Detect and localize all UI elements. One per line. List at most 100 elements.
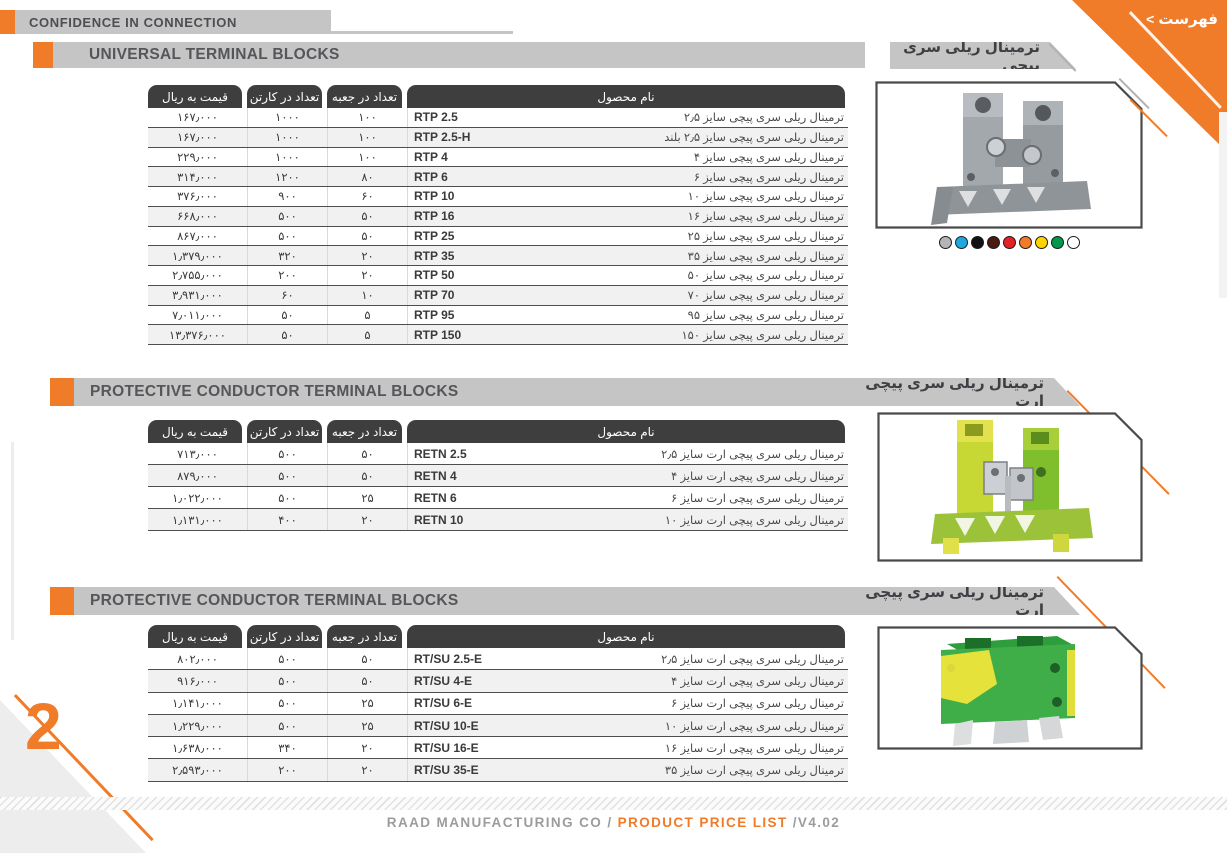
product-name-fa: ترمینال ریلی سری پیچی ارت سایز ۳۵ (665, 763, 844, 777)
section-title-en: PROTECTIVE CONDUCTOR TERMINAL BLOCKS (90, 592, 458, 610)
section-title-bar-fa: ترمینال ریلی سری پیچی ارت (862, 378, 1080, 406)
product-image-gray-terminal (875, 81, 1143, 234)
box-qty-cell: ۶۰ (328, 187, 408, 206)
price-cell: ۸۰۲٫۰۰۰ (148, 648, 248, 669)
table-row: ۳۷۶٫۰۰۰ ۹۰۰ ۶۰ RTP 10 ترمینال ریلی سری پ… (148, 187, 848, 207)
table-row: ۱۶۷٫۰۰۰ ۱۰۰۰ ۱۰۰ RTP 2.5-H ترمینال ریلی … (148, 128, 848, 148)
product-name-cell: RETN 2.5 ترمینال ریلی سری پیچی ارت سایز … (408, 443, 848, 464)
color-swatch (939, 236, 952, 249)
brand-accent-square (0, 10, 15, 34)
carton-qty-cell: ۵۰۰ (248, 465, 328, 486)
price-cell: ۱۶۷٫۰۰۰ (148, 108, 248, 127)
carton-qty-cell: ۲۰۰ (248, 759, 328, 780)
table-row: ۱۶۷٫۰۰۰ ۱۰۰۰ ۱۰۰ RTP 2.5 ترمینال ریلی سر… (148, 108, 848, 128)
color-swatch (1051, 236, 1064, 249)
product-name-fa: ترمینال ریلی سری پیچی ارت سایز ۱۶ (665, 741, 844, 755)
price-cell: ۱٫۶۳۸٫۰۰۰ (148, 737, 248, 758)
product-name-cell: RT/SU 16-E ترمینال ریلی سری پیچی ارت سای… (408, 737, 848, 758)
product-code: RTP 2.5-H (414, 130, 470, 144)
color-swatch (1019, 236, 1032, 249)
product-code: RTP 6 (414, 170, 448, 184)
color-swatch (1067, 236, 1080, 249)
carton-qty-cell: ۴۰۰ (248, 509, 328, 530)
carton-qty-cell: ۱۰۰۰ (248, 128, 328, 147)
price-cell: ۷۱۳٫۰۰۰ (148, 443, 248, 464)
price-cell: ۱۳٫۳۷۶٫۰۰۰ (148, 325, 248, 344)
table-row: ۱٫۱۴۱٫۰۰۰ ۵۰۰ ۲۵ RT/SU 6-E ترمینال ریلی … (148, 693, 848, 715)
column-header: تعداد در کارتن (247, 420, 322, 443)
product-name-cell: RTP 150 ترمینال ریلی سری پیچی سایز ۱۵۰ (408, 325, 848, 344)
box-qty-cell: ۵۰ (328, 443, 408, 464)
footer-doc-title: PRODUCT PRICE LIST (618, 815, 788, 830)
price-cell: ۱۶۷٫۰۰۰ (148, 128, 248, 147)
column-header: تعداد در جعبه (327, 85, 402, 108)
index-link-label: فهرست (1158, 10, 1218, 28)
table-row: ۹۱۶٫۰۰۰ ۵۰۰ ۵۰ RT/SU 4-E ترمینال ریلی سر… (148, 670, 848, 692)
section-title-bar: UNIVERSAL TERMINAL BLOCKS (53, 42, 865, 68)
product-name-cell: RTP 16 ترمینال ریلی سری پیچی سایز ۱۶ (408, 207, 848, 226)
product-name-cell: RTP 35 ترمینال ریلی سری پیچی سایز ۳۵ (408, 246, 848, 265)
index-link[interactable]: < فهرست (1118, 10, 1218, 28)
carton-qty-cell: ۳۲۰ (248, 246, 328, 265)
carton-qty-cell: ۵۰۰ (248, 207, 328, 226)
box-qty-cell: ۲۰ (328, 737, 408, 758)
product-code: RT/SU 16-E (414, 741, 479, 755)
product-name-fa: ترمینال ریلی سری پیچی سایز ۱۰ (688, 189, 844, 203)
table-row: ۷۱۳٫۰۰۰ ۵۰۰ ۵۰ RETN 2.5 ترمینال ریلی سری… (148, 443, 848, 465)
footer-hatch-band (0, 797, 1227, 810)
product-name-fa: ترمینال ریلی سری پیچی سایز ۵۰ (688, 268, 844, 282)
column-header: قیمت به ریال (148, 625, 242, 648)
product-code: RT/SU 35-E (414, 763, 479, 777)
product-name-fa: ترمینال ریلی سری پیچی ارت سایز ۶ (671, 696, 844, 710)
product-name-cell: RTP 95 ترمینال ریلی سری پیچی سایز ۹۵ (408, 306, 848, 325)
carton-qty-cell: ۵۰۰ (248, 443, 328, 464)
price-cell: ۲۲۹٫۰۰۰ (148, 148, 248, 167)
box-qty-cell: ۵۰ (328, 227, 408, 246)
section-accent-square (50, 378, 74, 406)
color-swatch (971, 236, 984, 249)
product-name-fa: ترمینال ریلی سری پیچی ارت سایز ۱۰ (665, 513, 844, 527)
column-header: قیمت به ریال (148, 420, 242, 443)
column-header: تعداد در جعبه (327, 420, 402, 443)
product-code: RTP 50 (414, 268, 454, 282)
table-row: ۲٫۵۹۳٫۰۰۰ ۲۰۰ ۲۰ RT/SU 35-E ترمینال ریلی… (148, 759, 848, 781)
product-name-cell: RTP 2.5 ترمینال ریلی سری پیچی سایز ۲٫۵ (408, 108, 848, 127)
section-accent-square (50, 587, 74, 615)
price-cell: ۱٫۱۴۱٫۰۰۰ (148, 693, 248, 714)
product-name-fa: ترمینال ریلی سری پیچی ارت سایز ۴ (671, 674, 844, 688)
price-cell: ۳۷۶٫۰۰۰ (148, 187, 248, 206)
box-qty-cell: ۸۰ (328, 167, 408, 186)
product-code: RT/SU 10-E (414, 719, 479, 733)
product-code: RT/SU 4-E (414, 674, 472, 688)
product-name-cell: RTP 70 ترمینال ریلی سری پیچی سایز ۷۰ (408, 286, 848, 305)
price-cell: ۱٫۳۷۹٫۰۰۰ (148, 246, 248, 265)
section-title-bar-fa: ترمینال ریلی سری پیچی ارت (862, 587, 1080, 615)
green-yellow-compact-block-illustration (877, 626, 1143, 750)
box-qty-cell: ۵۰ (328, 465, 408, 486)
table-row: ۸۷۹٫۰۰۰ ۵۰۰ ۵۰ RETN 4 ترمینال ریلی سری پ… (148, 465, 848, 487)
carton-qty-cell: ۵۰۰ (248, 670, 328, 691)
table-row: ۳٫۹۳۱٫۰۰۰ ۶۰ ۱۰ RTP 70 ترمینال ریلی سری … (148, 286, 848, 306)
product-code: RTP 35 (414, 249, 454, 263)
carton-qty-cell: ۵۰۰ (248, 693, 328, 714)
table-row: ۶۶۸٫۰۰۰ ۵۰۰ ۵۰ RTP 16 ترمینال ریلی سری پ… (148, 207, 848, 227)
table-row: ۸۰۲٫۰۰۰ ۵۰۰ ۵۰ RT/SU 2.5-E ترمینال ریلی … (148, 648, 848, 670)
price-cell: ۱٫۲۲۹٫۰۰۰ (148, 715, 248, 736)
product-name-fa: ترمینال ریلی سری پیچی سایز ۹۵ (688, 308, 844, 322)
chevron-left-icon: < (1146, 11, 1154, 27)
page-number: 2 (25, 693, 62, 759)
carton-qty-cell: ۵۰ (248, 325, 328, 344)
product-code: RETN 6 (414, 491, 457, 505)
carton-qty-cell: ۱۰۰۰ (248, 108, 328, 127)
box-qty-cell: ۱۰۰ (328, 128, 408, 147)
carton-qty-cell: ۵۰۰ (248, 648, 328, 669)
section-title-fa: ترمینال ریلی سری پیچی ارت (862, 583, 1080, 619)
product-image-earth-terminal-compact (877, 626, 1143, 755)
footer-text: RAAD MANUFACTURING CO / PRODUCT PRICE LI… (0, 815, 1227, 830)
product-name-cell: RTP 4 ترمینال ریلی سری پیچی سایز ۴ (408, 148, 848, 167)
color-swatch (987, 236, 1000, 249)
product-code: RTP 16 (414, 209, 454, 223)
section-title-bar-fa: ترمینال ریلی سری پیچی (890, 42, 1076, 69)
price-table-earth-compact: قیمت به ریالتعداد در کارتنتعداد در جعبهن… (148, 625, 848, 782)
column-header: نام محصول (407, 85, 845, 108)
